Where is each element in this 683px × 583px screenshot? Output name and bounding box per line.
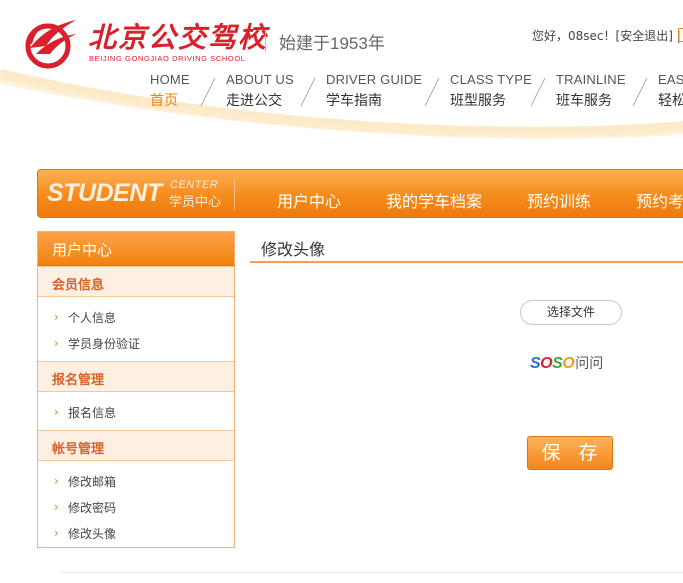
topnav-home-en: HOME bbox=[150, 72, 190, 87]
chevron-right-icon: › bbox=[54, 526, 59, 540]
mainbar-divider bbox=[234, 180, 235, 210]
topnav-about-cn: 走进公交 bbox=[226, 93, 282, 109]
topnav-driver-guide-en: DRIVER GUIDE bbox=[326, 72, 423, 87]
sidebar-item-change-avatar[interactable]: › 修改头像 bbox=[38, 520, 234, 546]
sidebar-item-identity-verification[interactable]: › 学员身份验证 bbox=[38, 330, 234, 356]
sidebar-item-label: 修改密码 bbox=[68, 500, 117, 515]
user-bar-button[interactable] bbox=[678, 28, 683, 42]
sidebar-list-member-info: › 个人信息 › 学员身份验证 bbox=[38, 297, 234, 361]
user-greeting: 您好，08sec！[ bbox=[532, 29, 621, 43]
mainnav-book-training[interactable]: 预约训练 bbox=[527, 188, 591, 212]
mainnav-user-center[interactable]: 用户中心 bbox=[277, 188, 341, 212]
chevron-right-icon: › bbox=[54, 310, 59, 324]
topnav-about[interactable]: ABOUT US 走进公交 bbox=[226, 72, 294, 110]
topnav-about-en: ABOUT US bbox=[226, 72, 294, 87]
topnav-easy-cn: 轻松 bbox=[658, 93, 683, 109]
topnav-driver-guide-cn: 学车指南 bbox=[326, 93, 382, 109]
topnav-trainline-cn: 班车服务 bbox=[556, 93, 612, 109]
topnav-driver-guide[interactable]: DRIVER GUIDE 学车指南 bbox=[326, 72, 422, 110]
mainnav-driving-records[interactable]: 我的学车档案 bbox=[386, 188, 482, 212]
nav-separator bbox=[200, 77, 216, 107]
topnav-home[interactable]: HOME 首页 bbox=[150, 72, 190, 110]
sidebar-group-account: 帐号管理 bbox=[38, 430, 234, 461]
page-title: 修改头像 bbox=[261, 240, 326, 259]
sidebar-item-label: 个人信息 bbox=[68, 310, 117, 325]
nav-separator bbox=[300, 77, 316, 107]
chevron-right-icon: › bbox=[54, 405, 59, 419]
topnav-trainline[interactable]: TRAINLINE 班车服务 bbox=[556, 72, 626, 110]
save-button[interactable]: 保 存 bbox=[527, 436, 613, 470]
sidebar-item-change-email[interactable]: › 修改邮箱 bbox=[38, 468, 234, 494]
sidebar-item-label: 报名信息 bbox=[68, 405, 117, 420]
student-center-nav-bar: STUDENT CENTER 学员中心 用户中心 我的学车档案 预约训练 预约考 bbox=[37, 169, 683, 218]
choose-file-button[interactable]: 选择文件 bbox=[520, 300, 622, 325]
topnav-class-type-cn: 班型服务 bbox=[450, 93, 506, 109]
logo-chinese-name: 北京公交驾校 bbox=[88, 21, 269, 54]
sidebar-item-personal-info[interactable]: › 个人信息 bbox=[38, 304, 234, 330]
sidebar-group-member-info: 会员信息 bbox=[38, 266, 234, 297]
topnav-class-type-en: CLASS TYPE bbox=[450, 72, 532, 87]
logo-english-name: BEIJING GONGJIAO DRIVING SCHOOL bbox=[89, 54, 246, 63]
sidebar-list-registration: › 报名信息 bbox=[38, 392, 234, 430]
title-underline bbox=[250, 261, 683, 263]
nav-separator bbox=[530, 77, 546, 107]
chevron-right-icon: › bbox=[54, 500, 59, 514]
sidebar-list-account: › 修改邮箱 › 修改密码 › 修改头像 bbox=[38, 461, 234, 551]
center-wordmark-cn: 学员中心 bbox=[169, 195, 222, 210]
topnav-trainline-en: TRAINLINE bbox=[556, 72, 626, 87]
soso-letter: O bbox=[540, 355, 553, 372]
sidebar-group-registration: 报名管理 bbox=[38, 361, 234, 392]
user-status-bar: 您好，08sec！[安全退出] | bbox=[532, 27, 681, 44]
bird-wing-logo-icon bbox=[25, 20, 76, 69]
soso-letter: O bbox=[562, 355, 575, 372]
topnav-home-cn: 首页 bbox=[150, 93, 178, 109]
soso-wenwen-logo: SOSO问问 bbox=[530, 353, 603, 373]
site-header: 北京公交驾校 BEIJING GONGJIAO DRIVING SCHOOL 始… bbox=[0, 0, 683, 150]
sidebar-item-registration-info[interactable]: › 报名信息 bbox=[38, 399, 234, 425]
sidebar-item-label: 修改邮箱 bbox=[68, 474, 117, 489]
sidebar-title: 用户中心 bbox=[38, 232, 234, 266]
sidebar-item-label: 修改头像 bbox=[68, 526, 117, 541]
topnav-easy[interactable]: EASY 轻松 bbox=[658, 72, 683, 110]
logo-divider bbox=[265, 30, 266, 52]
student-wordmark: STUDENT bbox=[47, 179, 162, 207]
sidebar-item-label: 学员身份验证 bbox=[68, 336, 141, 351]
chevron-right-icon: › bbox=[54, 336, 59, 350]
nav-separator bbox=[632, 77, 648, 107]
sidebar: 用户中心 会员信息 › 个人信息 › 学员身份验证 报名管理 › 报名信息 帐号管理 … bbox=[37, 231, 235, 548]
nav-separator bbox=[424, 77, 440, 107]
soso-wenwen-text: 问问 bbox=[575, 356, 604, 372]
footer-divider bbox=[60, 572, 683, 573]
center-wordmark-en: CENTER bbox=[170, 179, 219, 191]
founded-slogan: 始建于1953年 bbox=[279, 34, 385, 53]
mainnav-book-exam[interactable]: 预约考 bbox=[636, 188, 683, 212]
chevron-right-icon: › bbox=[54, 474, 59, 488]
topnav-easy-en: EASY bbox=[658, 72, 683, 87]
soso-letter: S bbox=[552, 355, 563, 372]
soso-letter: S bbox=[530, 355, 541, 372]
sidebar-item-change-password[interactable]: › 修改密码 bbox=[38, 494, 234, 520]
topnav-class-type[interactable]: CLASS TYPE 班型服务 bbox=[450, 72, 532, 110]
logout-link[interactable]: 安全退出 bbox=[620, 29, 668, 43]
